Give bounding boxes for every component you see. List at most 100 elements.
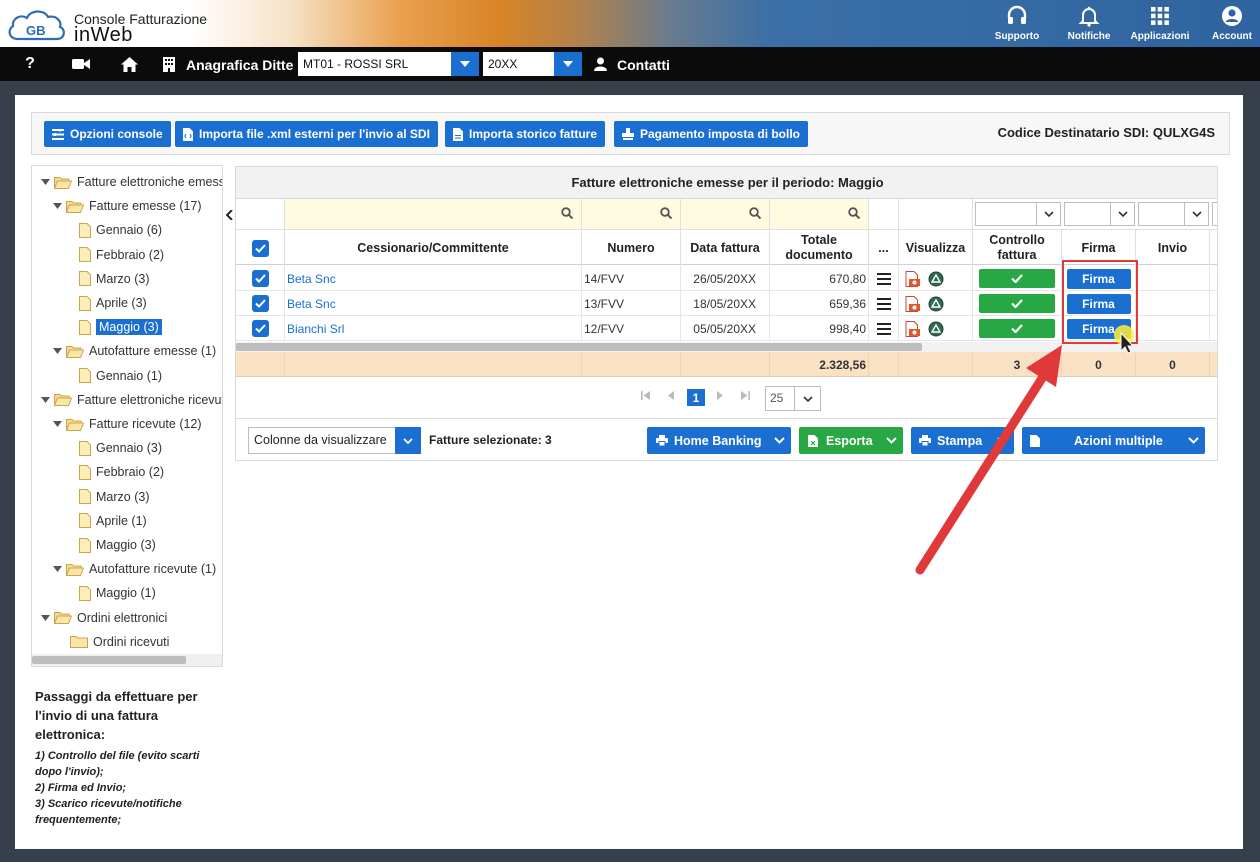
pdf-file-icon[interactable] — [905, 320, 921, 337]
cessionario-link[interactable]: Bianchi Srl — [287, 322, 344, 336]
row-checkbox[interactable] — [251, 270, 269, 287]
collapse-tree-button[interactable] — [225, 208, 233, 223]
first-page-icon[interactable] — [641, 391, 650, 403]
menu-icon[interactable] — [876, 322, 891, 335]
caret-down-icon[interactable] — [52, 203, 62, 210]
firma-button[interactable]: Firma — [1066, 268, 1131, 289]
prev-page-icon[interactable] — [668, 391, 674, 403]
controllo-ok-button[interactable] — [979, 294, 1055, 313]
tree-node[interactable]: Fatture emesse (17) — [52, 196, 202, 216]
tree-node[interactable]: Aprile (3) — [79, 293, 147, 313]
caret-down-icon[interactable] — [40, 396, 50, 403]
caret-down-icon[interactable] — [52, 348, 62, 355]
pdf-file-icon[interactable] — [905, 270, 921, 287]
cessionario-link[interactable]: Beta Snc — [287, 297, 336, 311]
tree-node[interactable]: Maggio (3) — [79, 317, 162, 337]
row-checkbox[interactable] — [251, 320, 269, 337]
caret-down-icon[interactable] — [40, 614, 50, 621]
tree-node[interactable]: Marzo (3) — [79, 487, 149, 507]
video-button[interactable] — [68, 47, 94, 81]
caret-down-icon[interactable] — [52, 566, 62, 573]
esporta-button[interactable]: Esporta — [799, 427, 903, 454]
tree-node[interactable]: Gennaio (1) — [79, 366, 162, 386]
tree-node[interactable]: Gennaio (6) — [79, 220, 162, 240]
header-controllo[interactable]: Controllo fattura — [973, 230, 1062, 266]
controllo-ok-button[interactable] — [979, 319, 1055, 338]
header-cessionario[interactable]: Cessionario/Committente — [285, 230, 582, 266]
tree-node[interactable]: Gennaio (3) — [79, 438, 162, 458]
sdi-logo-icon[interactable] — [928, 271, 944, 287]
support-button[interactable]: Supporto — [977, 2, 1057, 46]
home-button[interactable] — [118, 47, 140, 81]
tree-scrollbar[interactable] — [32, 654, 222, 666]
tree-node[interactable]: Maggio (1) — [79, 583, 156, 603]
esporta-label: Esporta — [826, 433, 873, 448]
grid-scrollbar[interactable] — [236, 342, 1217, 352]
chevron-down-icon — [554, 52, 582, 76]
header-firma[interactable]: Firma — [1062, 230, 1136, 266]
tree-node[interactable]: Fatture elettroniche emesse — [40, 172, 222, 192]
year-select[interactable]: 20XX — [483, 52, 582, 76]
importa-xml-button[interactable]: Importa file .xml esterni per l'invio al… — [175, 121, 438, 147]
tree-node[interactable]: Febbraio (2) — [79, 245, 164, 265]
filter-numero[interactable] — [582, 199, 681, 229]
firma-button[interactable]: Firma — [1066, 293, 1131, 314]
select-all-checkbox[interactable] — [251, 239, 269, 257]
apps-button[interactable]: Applicazioni — [1120, 2, 1200, 46]
company-select[interactable]: MT01 - ROSSI SRL — [298, 52, 479, 76]
tree-node[interactable]: Febbraio (2) — [79, 462, 164, 482]
filter-totale[interactable] — [770, 199, 869, 229]
menu-icon[interactable] — [876, 297, 891, 310]
header-numero[interactable]: Numero — [582, 230, 681, 266]
sdi-logo-icon[interactable] — [928, 321, 944, 337]
tree-node[interactable]: Marzo (3) — [79, 269, 149, 289]
tree-node[interactable]: Fatture elettroniche ricevute — [40, 390, 222, 410]
filter-cessionario[interactable] — [285, 199, 582, 229]
row-menu-cell — [869, 316, 899, 341]
tree-node[interactable]: Ordini elettronici — [40, 608, 167, 628]
sdi-logo-icon[interactable] — [928, 296, 944, 312]
filter-controllo-dropdown[interactable] — [975, 202, 1061, 226]
tree-node[interactable]: Aprile (1) — [79, 511, 147, 531]
page-1-button[interactable]: 1 — [687, 389, 705, 406]
header-invio[interactable]: Invio — [1136, 230, 1210, 266]
pdf-file-icon[interactable] — [905, 295, 921, 312]
contatti-link[interactable]: Contatti — [617, 57, 670, 73]
tree-node[interactable]: Autofatture emesse (1) — [52, 341, 216, 361]
anagrafica-ditte-link[interactable]: Anagrafica Ditte — [186, 57, 293, 73]
table-row[interactable]: Beta Snc 14/FVV 26/05/20XX 670,80 Firma — [236, 266, 1217, 291]
tree-node[interactable]: Autofatture ricevute (1) — [52, 559, 216, 579]
table-row[interactable]: Beta Snc 13/FVV 18/05/20XX 659,36 Firma — [236, 291, 1217, 316]
cessionario-link[interactable]: Beta Snc — [287, 272, 336, 286]
caret-down-icon[interactable] — [52, 421, 62, 427]
filter-invio-dropdown[interactable] — [1138, 202, 1209, 226]
home-banking-button[interactable]: Home Banking — [647, 427, 791, 454]
account-button[interactable]: Account — [1192, 2, 1260, 46]
tree-node[interactable]: Ordini ricevuti — [52, 632, 169, 652]
next-page-icon[interactable] — [717, 391, 723, 403]
stampa-button[interactable]: Stampa — [911, 427, 1014, 454]
row-checkbox[interactable] — [251, 295, 269, 312]
tree-node[interactable]: Fatture ricevute (12) — [52, 414, 202, 434]
page-size-select[interactable]: 25 — [765, 386, 821, 411]
notifications-button[interactable]: Notifiche — [1049, 2, 1129, 46]
header-data[interactable]: Data fattura — [681, 230, 770, 266]
filter-data[interactable] — [681, 199, 770, 229]
tree-node[interactable]: Maggio (3) — [79, 535, 156, 555]
header-totale[interactable]: Totale documento — [770, 230, 869, 266]
caret-down-icon[interactable] — [40, 179, 50, 185]
help-button[interactable]: ? — [18, 47, 42, 81]
menu-icon[interactable] — [876, 272, 891, 285]
importa-storico-button[interactable]: Importa storico fatture — [445, 121, 606, 147]
file-icon — [79, 271, 91, 287]
controllo-ok-button[interactable] — [979, 269, 1055, 288]
filter-extra-dropdown[interactable] — [1212, 202, 1217, 226]
firma-button[interactable]: Firma — [1066, 318, 1131, 339]
last-page-icon[interactable] — [741, 391, 750, 403]
pagamento-bollo-button[interactable]: Pagamento imposta di bollo — [614, 121, 809, 147]
azioni-multiple-button[interactable]: Azioni multiple — [1022, 427, 1205, 454]
table-row[interactable]: Bianchi Srl 12/FVV 05/05/20XX 998,40 Firma — [236, 316, 1217, 341]
opzioni-console-button[interactable]: Opzioni console — [44, 121, 171, 147]
colonne-select[interactable]: Colonne da visualizzare — [248, 427, 421, 454]
filter-firma-dropdown[interactable] — [1064, 202, 1135, 226]
